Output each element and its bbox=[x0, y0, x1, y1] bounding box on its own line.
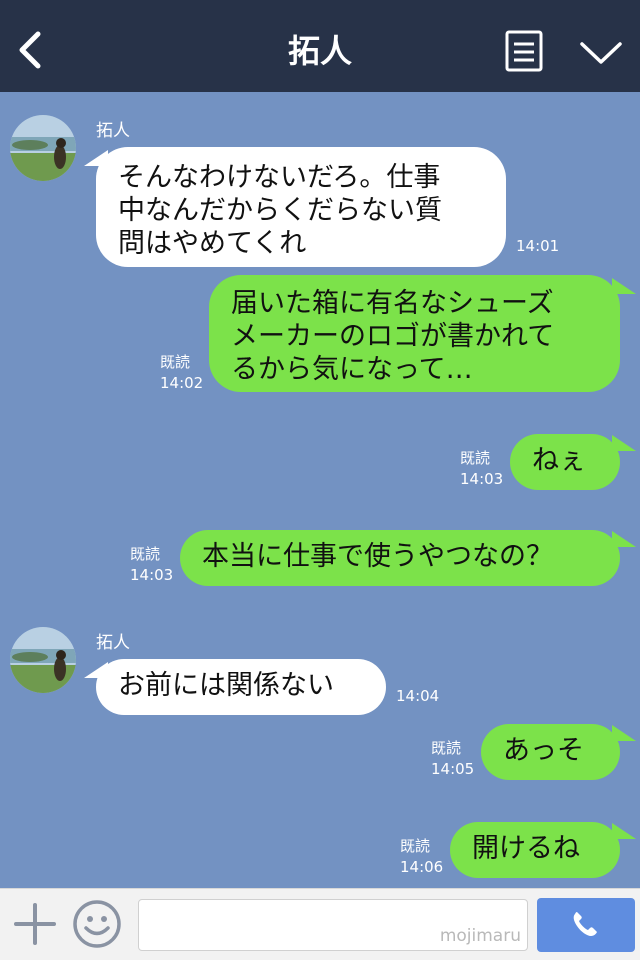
watermark-text: mojimaru bbox=[439, 926, 521, 946]
plus-button[interactable] bbox=[12, 901, 58, 947]
message-bubble[interactable]: 届いた箱に有名なシューズ メーカーのロゴが書かれて るから気になって… bbox=[209, 275, 620, 392]
message-line: 問はやめてくれ bbox=[118, 228, 307, 259]
timestamp: 14:02 bbox=[160, 374, 204, 392]
message-bubble[interactable]: ねぇ bbox=[510, 434, 620, 490]
sticker-button[interactable] bbox=[72, 899, 122, 949]
timestamp: 14:04 bbox=[396, 687, 440, 705]
chat-title: 拓人 bbox=[287, 32, 352, 70]
message-bubble[interactable]: 本当に仕事で使うやつなの？ bbox=[180, 530, 620, 586]
collapse-button[interactable] bbox=[578, 36, 624, 70]
read-receipt: 既読 bbox=[431, 739, 462, 757]
bubble-tail bbox=[612, 435, 636, 451]
landscape-avatar-icon bbox=[10, 627, 76, 693]
timestamp: 14:05 bbox=[431, 760, 475, 778]
timestamp: 14:01 bbox=[516, 237, 560, 255]
message-line: 中なんだからくだらない質 bbox=[118, 195, 442, 226]
timestamp: 14:03 bbox=[130, 566, 174, 584]
read-receipt: 既読 bbox=[130, 545, 161, 563]
message-bubble[interactable]: あっそ bbox=[481, 724, 620, 780]
header-bar: 拓人 bbox=[0, 0, 640, 92]
message-line: そんなわけないだろ。仕事 bbox=[118, 162, 441, 193]
avatar[interactable] bbox=[10, 115, 76, 181]
call-button[interactable] bbox=[537, 898, 635, 952]
bubble-tail bbox=[612, 278, 636, 294]
landscape-avatar-icon bbox=[10, 115, 76, 181]
smiley-icon bbox=[73, 900, 121, 948]
chevron-down-icon bbox=[580, 42, 622, 64]
read-receipt: 既読 bbox=[400, 837, 431, 855]
read-receipt: 既読 bbox=[160, 353, 191, 371]
sender-name: 拓人 bbox=[96, 121, 130, 141]
plus-icon bbox=[14, 903, 56, 945]
bubble-tail bbox=[612, 531, 636, 547]
message-bubble[interactable]: そんなわけないだろ。仕事 中なんだからくだらない質 問はやめてくれ bbox=[96, 147, 506, 267]
message-line: メーカーのロゴが書かれて bbox=[231, 321, 555, 352]
timestamp: 14:03 bbox=[460, 470, 504, 488]
message-line: ねぇ bbox=[532, 445, 586, 476]
message-line: るから気になって… bbox=[231, 354, 473, 385]
read-receipt: 既読 bbox=[460, 449, 491, 467]
chevron-left-icon bbox=[19, 31, 41, 69]
avatar[interactable] bbox=[10, 627, 76, 693]
back-button[interactable] bbox=[12, 26, 52, 74]
message-bubble[interactable]: 開けるね bbox=[450, 822, 620, 878]
message-line: 届いた箱に有名なシューズ bbox=[231, 288, 554, 319]
sender-name: 拓人 bbox=[96, 633, 130, 653]
message-line: 開けるね bbox=[472, 833, 580, 864]
bubble-tail bbox=[612, 725, 636, 741]
phone-icon bbox=[573, 912, 597, 936]
notes-icon bbox=[505, 30, 543, 72]
bubble-tail bbox=[612, 823, 636, 839]
chat-area[interactable]: 拓人 そんなわけないだろ。仕事 中なんだからくだらない質 問はやめてくれ 14:… bbox=[0, 92, 640, 888]
message-input[interactable]: mojimaru bbox=[138, 899, 528, 951]
message-line: 本当に仕事で使うやつなの？ bbox=[202, 541, 553, 572]
notes-button[interactable] bbox=[505, 30, 543, 72]
message-bubble[interactable]: お前には関係ない bbox=[96, 659, 386, 715]
message-line: お前には関係ない bbox=[118, 670, 334, 701]
message-line: あっそ bbox=[503, 735, 584, 766]
input-bar: mojimaru bbox=[0, 888, 640, 960]
timestamp: 14:06 bbox=[400, 858, 444, 876]
